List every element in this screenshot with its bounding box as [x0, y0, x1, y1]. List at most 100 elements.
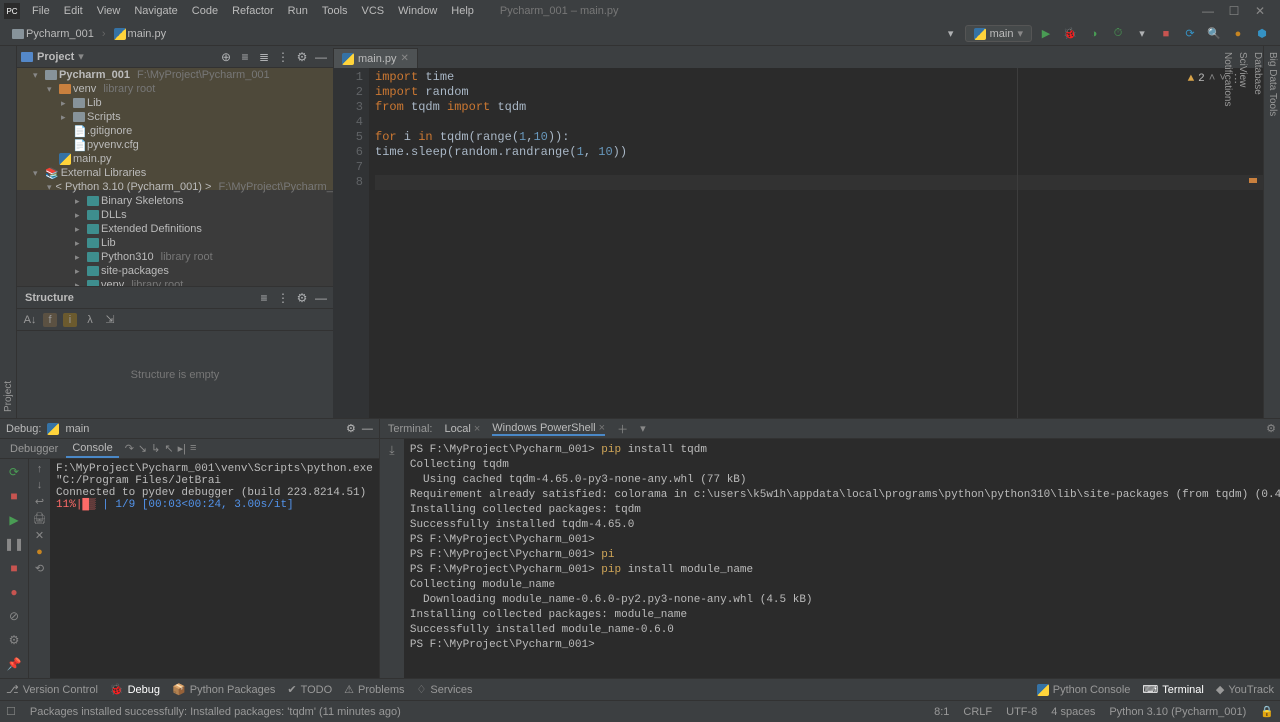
tree-venv[interactable]: ▾venv library root	[17, 82, 333, 96]
more-run-button[interactable]: ▾	[1132, 24, 1152, 44]
status-interpreter[interactable]: Python 3.10 (Pycharm_001)	[1109, 706, 1246, 718]
tree-item[interactable]: 📄.gitignore	[17, 124, 333, 138]
step-into-my-icon[interactable]: ↳	[151, 442, 160, 455]
wrap-icon[interactable]: ↩	[35, 495, 44, 508]
debug-config-name[interactable]: main	[65, 423, 89, 435]
python-console-icon[interactable]: ●	[36, 546, 43, 558]
select-opened-file-button[interactable]: ⊕	[218, 50, 234, 64]
stop-button[interactable]: ■	[1156, 24, 1176, 44]
menu-edit[interactable]: Edit	[58, 3, 89, 19]
show-options-button[interactable]: ⋮	[275, 50, 291, 64]
project-tree[interactable]: ▾Pycharm_001 F:\MyProject\Pycharm_001 ▾v…	[17, 68, 333, 286]
code-area[interactable]: import time import random from tqdm impo…	[369, 68, 1263, 418]
tab-debugger[interactable]: Debugger	[4, 441, 64, 457]
tree-item[interactable]: ▸Binary Skeletons	[17, 194, 333, 208]
maximize-icon[interactable]: ☐	[1226, 4, 1242, 18]
breadcrumb-project[interactable]: Pycharm_001	[8, 26, 98, 42]
tree-item[interactable]: ▸Lib	[17, 236, 333, 250]
menu-vcs[interactable]: VCS	[356, 3, 391, 19]
menu-code[interactable]: Code	[186, 3, 224, 19]
menu-file[interactable]: File	[26, 3, 56, 19]
step-out-icon[interactable]: ↖	[164, 442, 173, 455]
settings-icon[interactable]: ⚙	[5, 631, 23, 649]
close-tab-icon[interactable]: ✕	[401, 53, 409, 64]
history-icon[interactable]: ⟲	[35, 562, 44, 575]
database-button[interactable]: ⬢	[1252, 24, 1272, 44]
stop-icon[interactable]: ■	[5, 487, 23, 505]
autoscroll-icon[interactable]: ⇲	[103, 313, 117, 327]
evaluate-icon[interactable]: ≡	[190, 442, 196, 455]
settings-button[interactable]: ⚙	[294, 50, 310, 64]
warnings-icon[interactable]: ▲	[1188, 73, 1195, 85]
run-to-cursor-icon[interactable]: ▸|	[178, 442, 186, 455]
sort-alpha-icon[interactable]: A↓	[23, 313, 37, 327]
structure-panel-title[interactable]: Structure	[25, 292, 74, 304]
tree-item[interactable]: ▸Extended Definitions	[17, 222, 333, 236]
menu-view[interactable]: View	[91, 3, 127, 19]
tree-python-sdk[interactable]: ▾< Python 3.10 (Pycharm_001) > F:\MyProj…	[17, 180, 333, 194]
editor-tab-main[interactable]: main.py ✕	[333, 48, 418, 68]
stop2-icon[interactable]: ■	[5, 559, 23, 577]
clear-icon[interactable]: ✕	[35, 529, 44, 542]
tw-terminal[interactable]: ⌨Terminal	[1142, 683, 1203, 696]
menu-window[interactable]: Window	[392, 3, 443, 19]
tw-youtrack[interactable]: ◆YouTrack	[1216, 683, 1274, 696]
tree-ext-libs[interactable]: ▾📚External Libraries	[17, 166, 333, 180]
terminal-tab-local[interactable]: Local ×	[444, 423, 480, 435]
run-config-selector[interactable]: main▾	[965, 25, 1032, 42]
resume-icon[interactable]: ▶	[5, 511, 23, 529]
chevron-down-icon[interactable]: ▾	[78, 50, 84, 63]
breadcrumb-file[interactable]: main.py	[110, 26, 171, 42]
settings-icon[interactable]: ⚙	[1266, 422, 1276, 435]
options-button[interactable]: ⋮	[275, 291, 291, 305]
profile-button[interactable]: ⏱	[1108, 24, 1128, 44]
add-config-button[interactable]: ▾	[941, 24, 961, 44]
scroll-down-icon[interactable]: ⤓	[389, 443, 394, 458]
tw-problems[interactable]: ⚠Problems	[344, 683, 404, 696]
stripe-bigdata[interactable]: Big Data Tools	[1265, 46, 1280, 418]
hide-panel-button[interactable]: —	[313, 291, 329, 305]
stripe-notifications[interactable]: Notifications	[1220, 46, 1235, 418]
menu-run[interactable]: Run	[282, 3, 314, 19]
menu-refactor[interactable]: Refactor	[226, 3, 280, 19]
tw-services[interactable]: ♢Services	[417, 683, 473, 696]
debug-button[interactable]: 🐞	[1060, 24, 1080, 44]
stripe-sciview[interactable]: SciView	[1235, 46, 1250, 418]
show-fields-icon[interactable]: f	[43, 313, 57, 327]
menu-tools[interactable]: Tools	[316, 3, 354, 19]
status-line-sep[interactable]: CRLF	[963, 706, 992, 718]
minimize-icon[interactable]: —	[1200, 4, 1216, 18]
tree-root[interactable]: ▾Pycharm_001 F:\MyProject\Pycharm_001	[17, 68, 333, 82]
expand-all-button[interactable]: ≡	[237, 50, 253, 64]
step-into-icon[interactable]: ↘	[138, 442, 147, 455]
run-button[interactable]: ▶	[1036, 24, 1056, 44]
debug-console[interactable]: F:\MyProject\Pycharm_001\venv\Scripts\py…	[50, 459, 379, 678]
down-icon[interactable]: ↓	[37, 479, 43, 491]
settings-icon[interactable]: ⚙	[346, 422, 356, 435]
tree-item[interactable]: ▸Scripts	[17, 110, 333, 124]
tw-python-console[interactable]: Python Console	[1037, 684, 1131, 696]
show-lambdas-icon[interactable]: λ	[83, 313, 97, 327]
tree-item[interactable]: ▸site-packages	[17, 264, 333, 278]
stripe-bookmarks[interactable]: Bookmarks	[0, 356, 1, 418]
project-panel-title[interactable]: Project	[37, 51, 74, 63]
tw-debug[interactable]: 🐞Debug	[110, 683, 160, 696]
tw-version-control[interactable]: ⎇Version Control	[6, 683, 98, 696]
terminal-content[interactable]: PS F:\MyProject\Pycharm_001> pip install…	[404, 439, 1280, 678]
update-button[interactable]: ⟳	[1180, 24, 1200, 44]
status-encoding[interactable]: UTF-8	[1006, 706, 1037, 718]
stripe-project[interactable]: Project	[1, 46, 16, 418]
tree-item[interactable]: 📄pyvenv.cfg	[17, 138, 333, 152]
tw-todo[interactable]: ✔TODO	[287, 683, 332, 696]
rerun-icon[interactable]: ⟳	[5, 463, 23, 481]
tw-python-packages[interactable]: 📦Python Packages	[172, 683, 275, 696]
prev-highlight-icon[interactable]: ˄	[1209, 73, 1216, 85]
terminal-dropdown-icon[interactable]: ▾	[640, 422, 646, 435]
collapse-all-button[interactable]: ≣	[256, 50, 272, 64]
tree-item[interactable]: ▸DLLs	[17, 208, 333, 222]
tab-console[interactable]: Console	[66, 440, 118, 458]
view-breakpoints-icon[interactable]: ●	[5, 583, 23, 601]
lock-icon[interactable]: 🔒	[1260, 705, 1274, 718]
mute-breakpoints-icon[interactable]: ⊘	[5, 607, 23, 625]
up-icon[interactable]: ↑	[37, 463, 43, 475]
